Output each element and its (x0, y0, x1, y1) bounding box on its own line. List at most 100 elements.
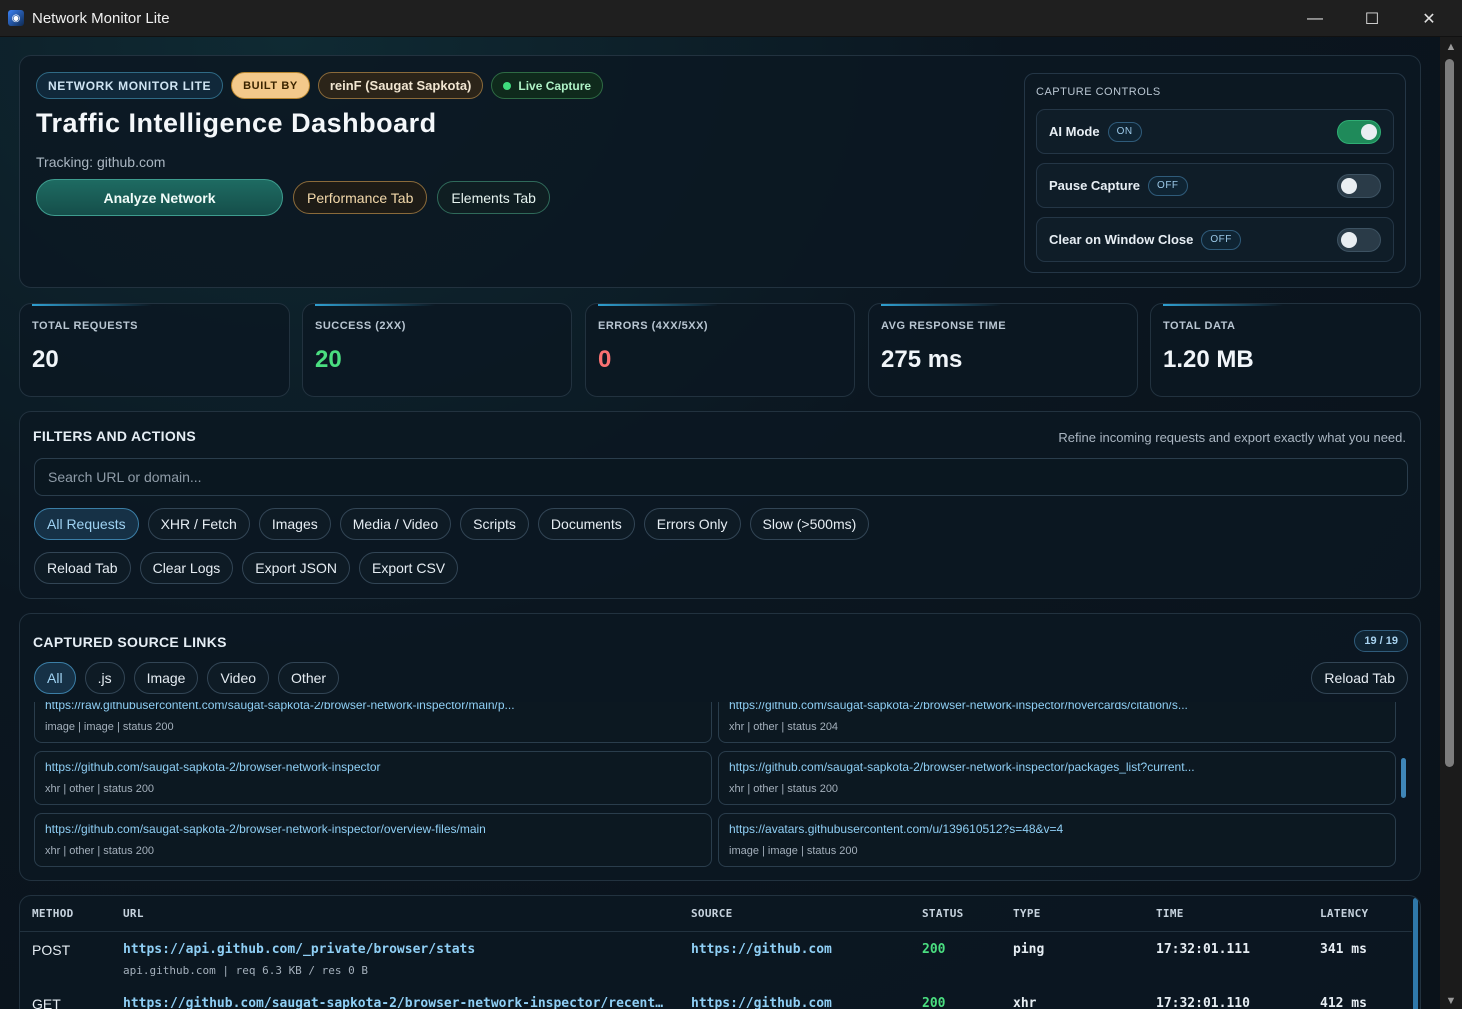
page-scrollbar[interactable]: ▲ ▼ (1440, 37, 1462, 1009)
row-method: POST (32, 942, 71, 958)
link-meta: image | image | status 200 (45, 721, 174, 733)
ai-mode-toggle[interactable] (1337, 120, 1381, 144)
performance-tab-button[interactable]: Performance Tab (293, 181, 428, 214)
link-card[interactable]: https://raw.githubusercontent.com/saugat… (34, 702, 712, 743)
link-card[interactable]: https://github.com/saugat-sapkota-2/brow… (718, 751, 1396, 805)
clear-on-close-toggle[interactable] (1337, 228, 1381, 252)
source-links-panel: CAPTURED SOURCE LINKS 19 / 19 All .js Im… (19, 613, 1421, 881)
close-button[interactable]: ✕ (1400, 0, 1458, 37)
header-badges: NETWORK MONITOR LITE BUILT BY reinF (Sau… (36, 72, 604, 99)
app-badge: NETWORK MONITOR LITE (36, 72, 224, 99)
stat-label: TOTAL DATA (1163, 320, 1236, 332)
tab-video[interactable]: Video (207, 662, 270, 694)
tracking-label: Tracking: github.com (36, 154, 166, 170)
clear-logs-button[interactable]: Clear Logs (139, 552, 234, 584)
row-url[interactable]: https://github.com/saugat-sapkota-2/brow… (123, 996, 673, 1009)
export-json-button[interactable]: Export JSON (242, 552, 350, 584)
filter-media-video[interactable]: Media / Video (339, 508, 452, 540)
col-type[interactable]: TYPE (1013, 907, 1041, 920)
col-source[interactable]: SOURCE (691, 907, 733, 920)
stat-label: AVG RESPONSE TIME (881, 320, 1007, 332)
col-method[interactable]: METHOD (32, 907, 74, 920)
row-method: GET (32, 996, 61, 1009)
link-url[interactable]: https://github.com/saugat-sapkota-2/brow… (729, 702, 1379, 712)
minimize-button[interactable]: — (1286, 0, 1344, 37)
toggle-knob (1361, 124, 1377, 140)
link-meta: image | image | status 200 (729, 845, 858, 857)
col-latency[interactable]: LATENCY (1320, 907, 1368, 920)
scroll-up-icon[interactable]: ▲ (1444, 41, 1458, 53)
row-time: 17:32:01.111 (1156, 942, 1250, 957)
link-card[interactable]: https://github.com/saugat-sapkota-2/brow… (34, 751, 712, 805)
tab-image[interactable]: Image (133, 662, 199, 694)
table-row[interactable]: POST https://api.github.com/_private/bro… (20, 932, 1412, 986)
pause-capture-toggle[interactable] (1337, 174, 1381, 198)
link-url[interactable]: https://github.com/saugat-sapkota-2/brow… (45, 822, 695, 836)
row-sub: api.github.com | req 6.3 KB / res 0 B (123, 964, 369, 977)
author-badge: reinF (Saugat Sapkota) (317, 72, 484, 99)
toggle-knob (1341, 232, 1357, 248)
export-csv-button[interactable]: Export CSV (358, 552, 459, 584)
title-bar: ◉ Network Monitor Lite — ☐ ✕ (0, 0, 1462, 37)
link-meta: xhr | other | status 204 (729, 721, 839, 733)
row-type: ping (1013, 942, 1045, 957)
app-icon: ◉ (8, 10, 24, 26)
clear-on-close-row[interactable]: Clear on Window Close OFF (1036, 217, 1394, 262)
links-reload-tab-button[interactable]: Reload Tab (1311, 662, 1408, 694)
col-time[interactable]: TIME (1156, 907, 1184, 920)
scroll-down-icon[interactable]: ▼ (1444, 995, 1458, 1007)
link-meta: xhr | other | status 200 (45, 783, 155, 795)
pause-capture-row[interactable]: Pause Capture OFF (1036, 163, 1394, 208)
filter-errors-only[interactable]: Errors Only (643, 508, 741, 540)
filter-xhr-fetch[interactable]: XHR / Fetch (147, 508, 250, 540)
tab-js[interactable]: .js (84, 662, 125, 694)
row-status: 200 (922, 996, 946, 1009)
analyze-network-button[interactable]: Analyze Network (36, 179, 283, 216)
ai-mode-row[interactable]: AI Mode ON (1036, 109, 1394, 154)
link-url[interactable]: https://raw.githubusercontent.com/saugat… (45, 702, 695, 712)
search-input[interactable] (34, 458, 1408, 496)
links-scrollbar[interactable] (1401, 758, 1406, 798)
link-card[interactable]: https://github.com/saugat-sapkota-2/brow… (34, 813, 712, 867)
row-url[interactable]: https://api.github.com/_private/browser/… (123, 942, 673, 957)
filter-images[interactable]: Images (258, 508, 331, 540)
link-card[interactable]: https://github.com/saugat-sapkota-2/brow… (718, 702, 1396, 743)
table-row[interactable]: GET https://github.com/saugat-sapkota-2/… (20, 986, 1412, 1009)
reload-tab-button[interactable]: Reload Tab (34, 552, 131, 584)
pause-capture-state: OFF (1148, 175, 1188, 196)
link-url[interactable]: https://avatars.githubusercontent.com/u/… (729, 822, 1379, 836)
stat-label: SUCCESS (2XX) (315, 320, 406, 332)
filter-slow[interactable]: Slow (>500ms) (749, 508, 870, 540)
link-card[interactable]: https://avatars.githubusercontent.com/u/… (718, 813, 1396, 867)
tab-all[interactable]: All (34, 662, 76, 694)
capture-controls-title: CAPTURE CONTROLS (1036, 86, 1161, 98)
filters-panel: FILTERS AND ACTIONS Refine incoming requ… (19, 411, 1421, 599)
links-count-badge: 19 / 19 (1354, 630, 1408, 652)
link-meta: xhr | other | status 200 (729, 783, 839, 795)
stat-errors: ERRORS (4XX/5XX) 0 (585, 303, 855, 397)
table-scrollbar[interactable] (1413, 898, 1418, 1009)
filter-scripts[interactable]: Scripts (460, 508, 529, 540)
elements-tab-button[interactable]: Elements Tab (437, 181, 550, 214)
window-title: Network Monitor Lite (32, 9, 170, 27)
built-by-badge: BUILT BY (231, 72, 310, 99)
maximize-button[interactable]: ☐ (1343, 0, 1401, 37)
row-source[interactable]: https://github.com (691, 942, 832, 957)
col-status[interactable]: STATUS (922, 907, 964, 920)
link-meta: xhr | other | status 200 (45, 845, 155, 857)
filter-documents[interactable]: Documents (537, 508, 635, 540)
scroll-thumb[interactable] (1445, 59, 1454, 767)
col-url[interactable]: URL (123, 907, 144, 920)
stat-label: TOTAL REQUESTS (32, 320, 139, 332)
row-source[interactable]: https://github.com (691, 996, 832, 1009)
type-filter-row: All Requests XHR / Fetch Images Media / … (34, 508, 870, 540)
tab-other[interactable]: Other (278, 662, 340, 694)
filter-all-requests[interactable]: All Requests (34, 508, 139, 540)
live-capture-label: Live Capture (518, 78, 592, 93)
stat-avg-response: AVG RESPONSE TIME 275 ms (868, 303, 1138, 397)
source-links-title: CAPTURED SOURCE LINKS (33, 634, 227, 650)
requests-table: METHOD URL SOURCE STATUS TYPE TIME LATEN… (19, 895, 1421, 1009)
link-url[interactable]: https://github.com/saugat-sapkota-2/brow… (45, 760, 695, 774)
pause-capture-label: Pause Capture (1049, 178, 1141, 193)
link-url[interactable]: https://github.com/saugat-sapkota-2/brow… (729, 760, 1379, 774)
